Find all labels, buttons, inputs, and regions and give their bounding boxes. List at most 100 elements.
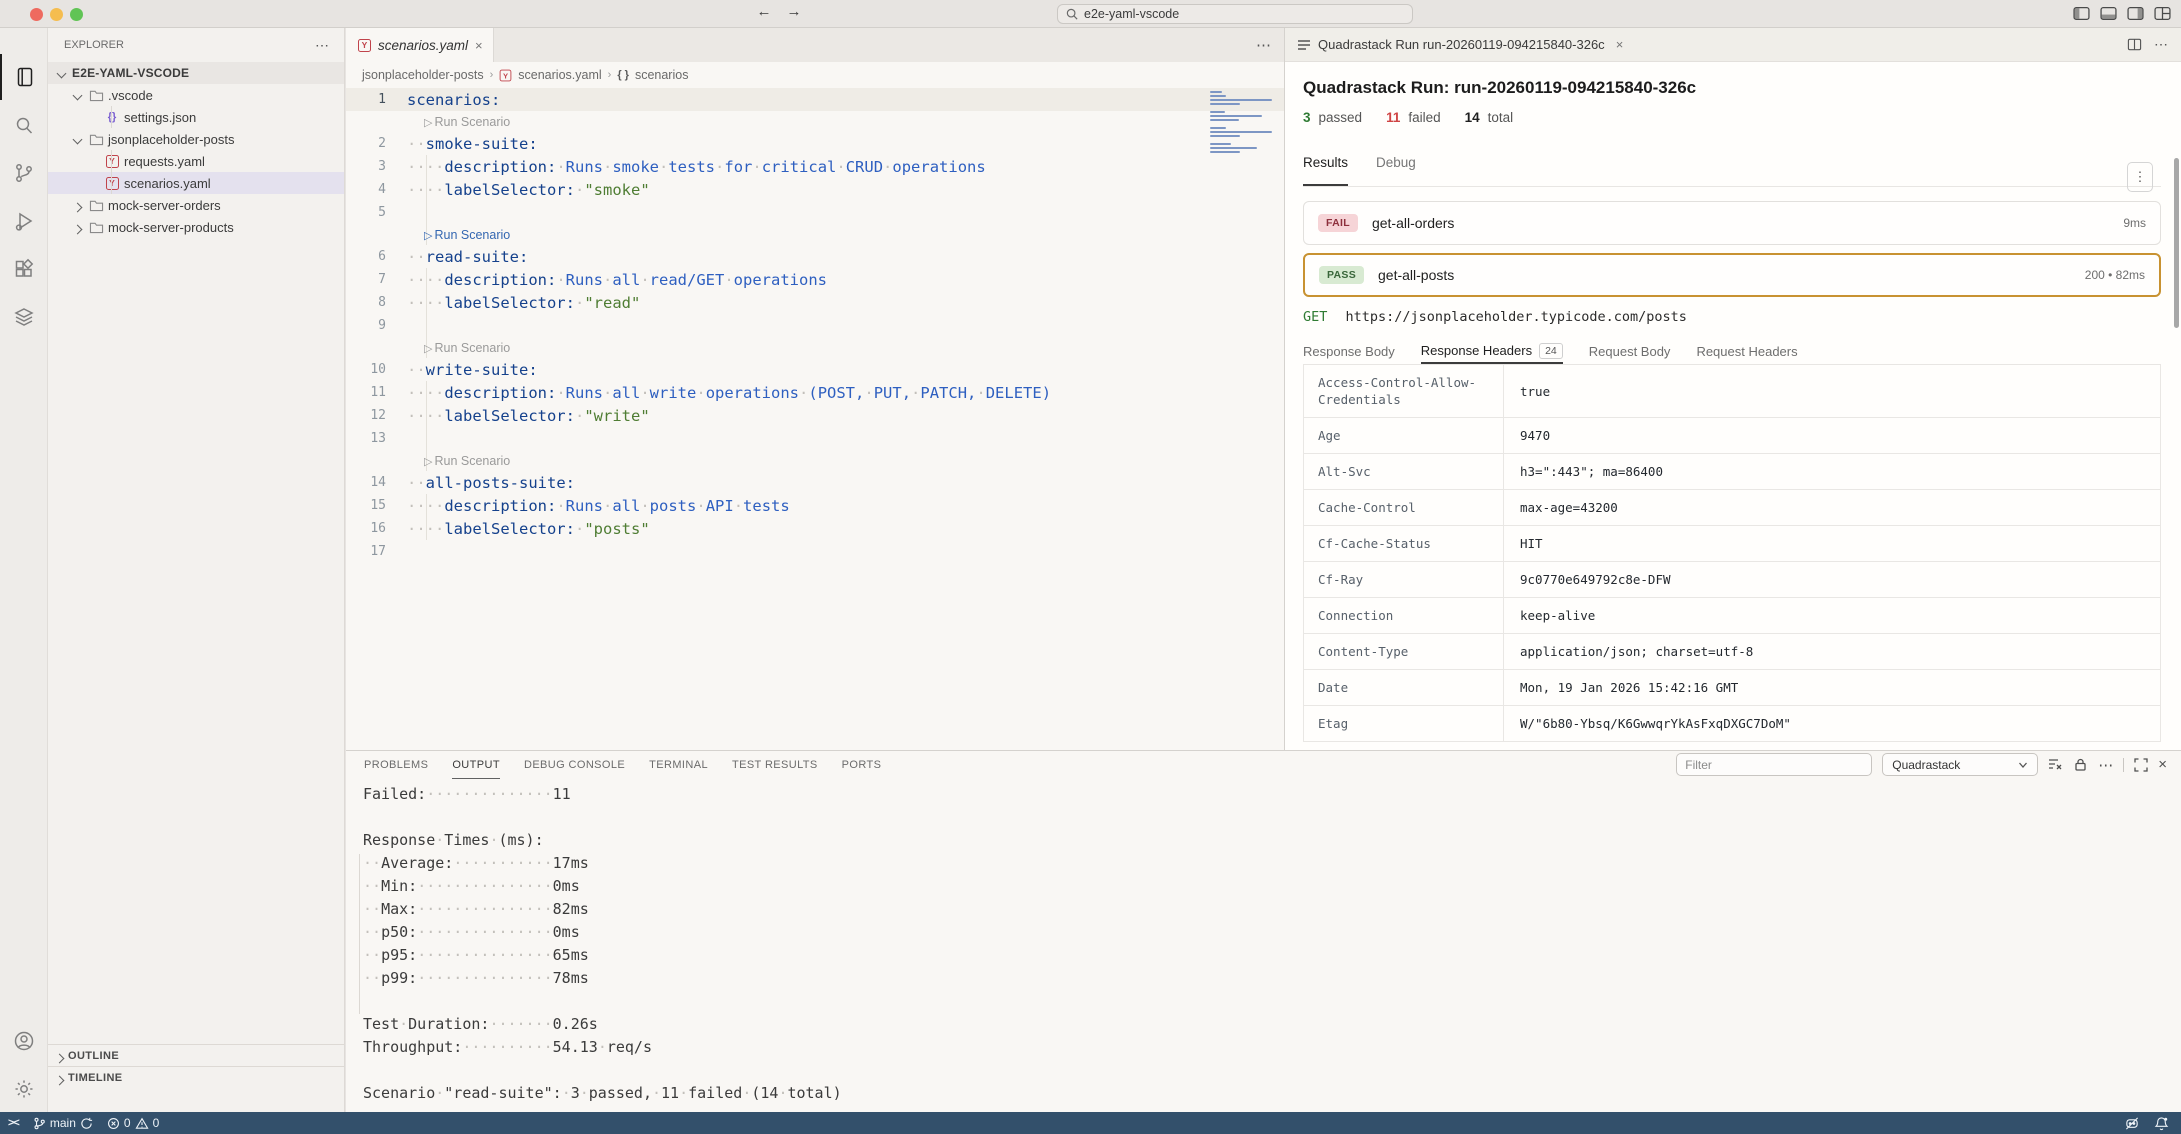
tab-scenarios-yaml[interactable]: Y scenarios.yaml × (346, 28, 494, 62)
code-line-13[interactable]: 13 (346, 427, 1284, 450)
webview-tab-close-icon[interactable]: × (1616, 37, 1624, 52)
section-outline[interactable]: OUTLINE (48, 1044, 344, 1066)
command-center-search[interactable]: e2e-yaml-vscode (1057, 4, 1413, 24)
result-card-get-all-posts[interactable]: PASSget-all-posts200 • 82ms (1303, 253, 2161, 297)
output-filter-input[interactable] (1676, 753, 1872, 776)
traffic-light-close[interactable] (30, 8, 43, 21)
history-forward-icon[interactable]: → (782, 3, 806, 20)
chevron-down-icon[interactable] (54, 68, 70, 78)
code-line-8[interactable]: 8····labelSelector:·"read" (346, 291, 1284, 314)
code-line-17[interactable]: 17 (346, 540, 1284, 563)
panel-tab-ports[interactable]: PORTS (842, 751, 882, 779)
section-timeline[interactable]: TIMELINE (48, 1066, 344, 1088)
remote-indicator[interactable]: >< (8, 1117, 19, 1129)
lock-scroll-icon[interactable] (2073, 757, 2088, 772)
problems-item[interactable]: 0 0 (107, 1116, 159, 1130)
copilot-disabled-icon[interactable] (2124, 1116, 2140, 1131)
breadcrumb-symbol[interactable]: scenarios (635, 68, 689, 82)
history-back-icon[interactable]: ← (752, 3, 776, 20)
subtab-response-body[interactable]: Response Body (1303, 335, 1395, 364)
search-view-icon[interactable] (0, 102, 48, 148)
maximize-panel-icon[interactable] (2134, 758, 2148, 772)
run-debug-icon[interactable] (0, 198, 48, 244)
breadcrumb-file[interactable]: scenarios.yaml (518, 68, 601, 82)
tree-item-scenarios-yaml[interactable]: Yscenarios.yaml (48, 172, 344, 194)
toggle-sidebar-icon[interactable] (2073, 5, 2090, 22)
tree-item-e2e-yaml-vscode[interactable]: E2E-YAML-VSCODE (48, 62, 344, 84)
code-line-15[interactable]: 15····description:·Runs·all·posts·API·te… (346, 494, 1284, 517)
close-panel-icon[interactable]: × (2158, 756, 2167, 773)
subtab-request-body[interactable]: Request Body (1589, 335, 1671, 364)
tree-item-jsonplaceholder-posts[interactable]: jsonplaceholder-posts (48, 128, 344, 150)
code-line-2[interactable]: 2··smoke-suite: (346, 132, 1284, 155)
tab-results[interactable]: Results (1303, 151, 1348, 186)
minimap[interactable] (1210, 91, 1276, 159)
subtab-label: Request Body (1589, 344, 1671, 359)
explorer-icon[interactable] (0, 54, 48, 100)
output-channel-select[interactable]: Quadrastack (1882, 753, 2038, 776)
panel-tab-terminal[interactable]: TERMINAL (649, 751, 708, 779)
clear-output-icon[interactable] (2048, 757, 2063, 772)
chevron-right-icon[interactable] (70, 222, 86, 232)
code-line-10[interactable]: 10··write-suite: (346, 358, 1284, 381)
codelens-run-scenario[interactable]: ▷Run Scenario (346, 337, 1284, 358)
notifications-bell-icon[interactable] (2154, 1116, 2169, 1131)
webview-more-icon[interactable]: ⋯ (2154, 36, 2169, 53)
tab-close-icon[interactable]: × (475, 38, 483, 53)
customize-layout-icon[interactable] (2154, 5, 2171, 22)
settings-gear-icon[interactable] (0, 1066, 48, 1112)
code-line-12[interactable]: 12····labelSelector:·"write" (346, 404, 1284, 427)
tree-item--vscode[interactable]: .vscode (48, 84, 344, 106)
code-line-14[interactable]: 14··all-posts-suite: (346, 471, 1284, 494)
toggle-secondary-sidebar-icon[interactable] (2127, 5, 2144, 22)
panel-tab-problems[interactable]: PROBLEMS (364, 751, 428, 779)
header-value: Mon, 19 Jan 2026 15:42:16 GMT (1504, 670, 1754, 705)
code-line-3[interactable]: 3····description:·Runs·smoke·tests·for·c… (346, 155, 1284, 178)
traffic-light-zoom[interactable] (70, 8, 83, 21)
breadcrumb[interactable]: jsonplaceholder-posts › Y scenarios.yaml… (346, 62, 1284, 88)
traffic-light-minimize[interactable] (50, 8, 63, 21)
panel-scrollbar[interactable] (2174, 158, 2179, 328)
code-line-9[interactable]: 9 (346, 314, 1284, 337)
chevron-right-icon[interactable] (70, 200, 86, 210)
chevron-down-icon[interactable] (70, 90, 86, 100)
tab-debug[interactable]: Debug (1376, 151, 1416, 186)
split-editor-icon[interactable] (2127, 37, 2142, 52)
code-area[interactable]: 1scenarios:▷Run Scenario2··smoke-suite:3… (346, 88, 1284, 563)
explorer-more-icon[interactable]: ⋯ (315, 37, 330, 54)
panel-more-icon[interactable]: ⋯ (2098, 756, 2113, 774)
panel-tab-test-results[interactable]: TEST RESULTS (732, 751, 818, 779)
tree-item-mock-server-products[interactable]: mock-server-products (48, 216, 344, 238)
source-control-icon[interactable] (0, 150, 48, 196)
tree-item-settings-json[interactable]: {}settings.json (48, 106, 344, 128)
code-line-5[interactable]: 5 (346, 201, 1284, 224)
extensions-icon[interactable] (0, 246, 48, 292)
tree-item-requests-yaml[interactable]: Yrequests.yaml (48, 150, 344, 172)
panel-tab-debug-console[interactable]: DEBUG CONSOLE (524, 751, 625, 779)
code-line-7[interactable]: 7····description:·Runs·all·read/GET·oper… (346, 268, 1284, 291)
header-value: W/"6b80-Ybsq/K6GwwqrYkAsFxqDXGC7DoM" (1504, 706, 1807, 741)
webview-tab[interactable]: Quadrastack Run run-20260119-094215840-3… (1297, 28, 1633, 62)
output-console[interactable]: Failed:··············11 Response·Times·(… (346, 779, 2181, 1107)
subtab-response-headers[interactable]: Response Headers24 (1421, 335, 1563, 364)
git-branch-item[interactable]: main (33, 1116, 93, 1130)
code-line-6[interactable]: 6··read-suite: (346, 245, 1284, 268)
editor-actions-icon[interactable]: ⋯ (1256, 36, 1272, 54)
run-menu-button[interactable]: ⋮ (2127, 162, 2153, 192)
tree-item-mock-server-orders[interactable]: mock-server-orders (48, 194, 344, 216)
toggle-panel-icon[interactable] (2100, 5, 2117, 22)
panel-tab-output[interactable]: OUTPUT (452, 751, 500, 779)
result-card-get-all-orders[interactable]: FAILget-all-orders9ms (1303, 201, 2161, 245)
account-icon[interactable] (0, 1018, 48, 1064)
breadcrumb-folder[interactable]: jsonplaceholder-posts (362, 68, 484, 82)
codelens-run-scenario[interactable]: ▷Run Scenario (346, 450, 1284, 471)
codelens-run-scenario[interactable]: ▷Run Scenario (346, 224, 1284, 245)
code-line-16[interactable]: 16····labelSelector:·"posts" (346, 517, 1284, 540)
chevron-down-icon[interactable] (70, 134, 86, 144)
codelens-run-scenario[interactable]: ▷Run Scenario (346, 111, 1284, 132)
code-line-11[interactable]: 11····description:·Runs·all·write·operat… (346, 381, 1284, 404)
quadrastack-view-icon[interactable] (0, 294, 48, 340)
code-line-1[interactable]: 1scenarios: (346, 88, 1284, 111)
subtab-request-headers[interactable]: Request Headers (1696, 335, 1797, 364)
code-line-4[interactable]: 4····labelSelector:·"smoke" (346, 178, 1284, 201)
